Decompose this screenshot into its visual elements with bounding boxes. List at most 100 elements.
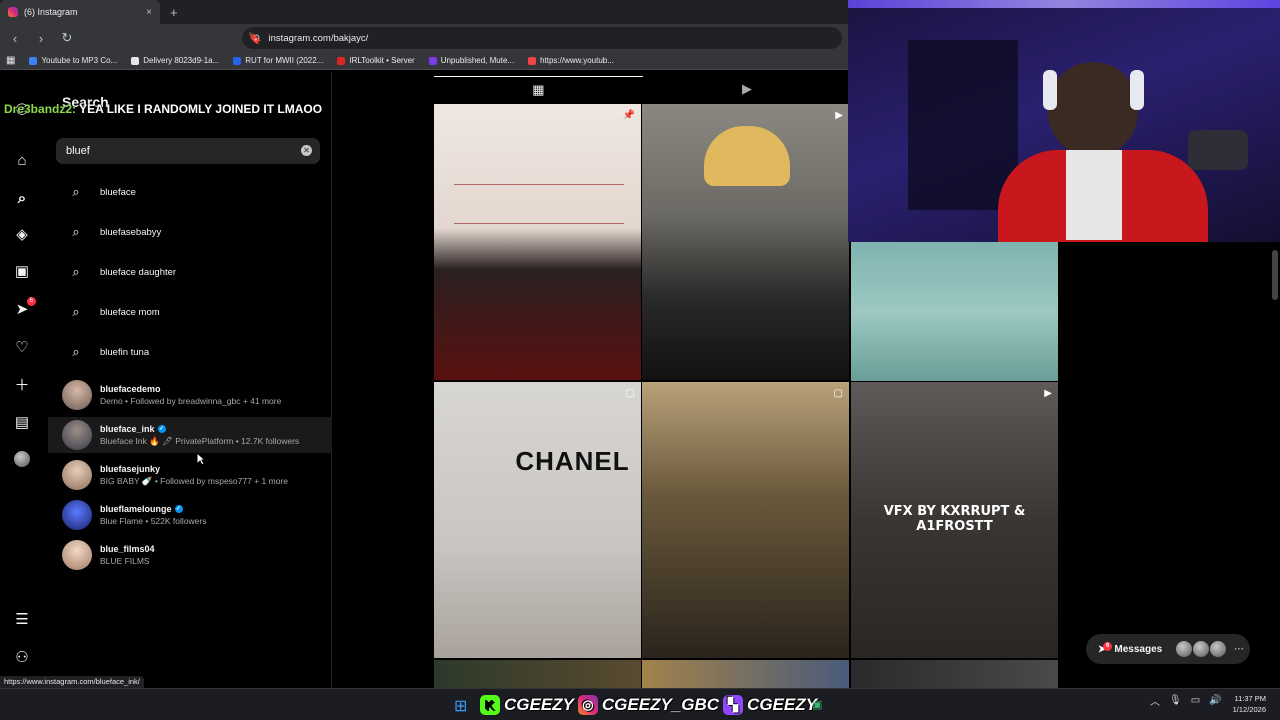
bookmark-favicon-icon <box>131 56 140 65</box>
bookmark-item[interactable]: Unpublished, Mute... <box>428 56 514 65</box>
chevron-up-icon[interactable]: ︿ <box>1150 693 1160 708</box>
vfx-credit-caption: VFX BY KXRRUPT & A1FROSTT <box>883 504 1026 534</box>
post-tile[interactable] <box>851 242 1058 381</box>
avatar <box>62 460 92 490</box>
tab-reels-icon[interactable]: ▶ <box>643 76 852 102</box>
search-suggestion[interactable]: ⌕ blueface <box>48 178 332 206</box>
search-suggestion[interactable]: ⌕ bluefin tuna <box>48 338 332 366</box>
post-tile[interactable] <box>851 660 1058 688</box>
browser-tab-bar: (6) Instagram × + <box>0 0 848 24</box>
post-tile[interactable] <box>434 660 641 688</box>
clear-search-icon[interactable]: ✕ <box>301 145 312 156</box>
bookmark-item[interactable]: RUT for MWII (2022... <box>233 56 323 65</box>
new-tab-button[interactable]: + <box>170 5 178 20</box>
account-result[interactable]: bluefasejunky BIG BABY 🍼 • Followed by ms… <box>48 457 332 493</box>
browser-tab[interactable]: (6) Instagram × <box>0 0 160 24</box>
search-input[interactable]: bluef ✕ <box>56 138 320 164</box>
avatar <box>1176 641 1193 657</box>
bookmark-item[interactable]: IRLToolkit • Server <box>337 56 415 65</box>
post-tile[interactable]: ▶ <box>642 104 849 380</box>
account-result[interactable]: blueface_ink ✓ Blueface Ink 🔥 🖊 PrivatePla… <box>48 417 332 453</box>
close-tab-icon[interactable]: × <box>146 7 152 18</box>
bookmark-item[interactable]: https://www.youtub... <box>528 56 614 65</box>
apps-grid-icon[interactable]: ▦ <box>6 55 15 66</box>
messages-label: Messages <box>1114 643 1163 655</box>
back-icon[interactable]: ‹ <box>8 31 22 46</box>
headphone-right <box>1130 70 1144 110</box>
notification-badge: 6 <box>26 297 36 306</box>
profile-avatar[interactable] <box>12 449 32 469</box>
post-tile[interactable] <box>642 660 849 688</box>
windows-taskbar: ⊞ K CGEEZY ◎ CGEEZY_GBC ▚ CGEEZY ▣ ︿ 🎙 ▭… <box>0 688 1280 720</box>
instagram-icon: ◎ <box>577 695 598 715</box>
account-result[interactable]: blue_films04 BLUE FILMS <box>48 537 332 573</box>
search-icon: ⌕ <box>72 344 80 359</box>
search-suggestion[interactable]: ⌕ bluefasebabyy <box>48 218 332 246</box>
avatar <box>62 420 92 450</box>
search-suggestion[interactable]: ⌕ blueface daughter <box>48 258 332 286</box>
reel-icon: ▶ <box>835 110 843 121</box>
kick-handle: CGEEZY <box>504 695 574 714</box>
windows-start-icon[interactable]: ⊞ <box>454 696 467 716</box>
dashboard-icon[interactable]: ▤ <box>12 412 32 432</box>
post-tile[interactable]: VFX BY KXRRUPT & A1FROSTT ▶ <box>851 382 1058 658</box>
bookmark-favicon-icon <box>528 56 537 65</box>
search-icon[interactable]: ⌕ <box>12 188 32 208</box>
bookmark-item[interactable]: Delivery 8023d9-1a... <box>131 56 219 65</box>
pinned-icon: 📌 <box>622 110 635 121</box>
account-result[interactable]: bluefacedemo Demo • Followed by breadwinn… <box>48 377 332 413</box>
post-tile[interactable]: ▢ <box>642 382 849 658</box>
explore-icon[interactable]: ◈ <box>12 224 32 244</box>
bookmarks-bar: ▦ Youtube to MP3 Co... Delivery 8023d9-1… <box>0 52 848 70</box>
search-icon: ⌕ <box>72 224 80 239</box>
avatar <box>1193 641 1210 657</box>
home-icon[interactable]: ⌂ <box>12 150 32 170</box>
account-result[interactable]: blueflamelounge ✓ Blue Flame • 522K follow… <box>48 497 332 533</box>
reload-icon[interactable]: ↻ <box>60 30 74 46</box>
more-menu-icon[interactable]: ☰ <box>12 609 32 629</box>
reels-icon[interactable]: ▣ <box>12 261 32 281</box>
webcam-overlay <box>848 0 1280 242</box>
post-image <box>642 382 849 658</box>
post-tile[interactable]: CHANEL ▢ <box>434 382 641 658</box>
avatar <box>62 380 92 410</box>
bookmark-icon[interactable]: 🔖 <box>248 32 262 45</box>
address-bar[interactable]: ⚙ instagram.com/bakjayc/ <box>242 27 842 49</box>
app-icon[interactable]: ▣ <box>812 698 822 711</box>
chat-message: YEA LIKE I RANDOMLY JOINED IT LMAOO <box>79 102 323 116</box>
carousel-icon: ▢ <box>833 388 843 399</box>
network-icon[interactable]: ▭ <box>1191 695 1200 706</box>
led-strip <box>848 0 1280 8</box>
threads-icon[interactable]: ⚇ <box>12 647 32 667</box>
post-tile[interactable]: 📌 <box>434 104 641 380</box>
forward-icon[interactable]: › <box>34 31 48 46</box>
post-image <box>851 242 1058 381</box>
browser-toolbar: ‹ › ↻ ⚙ instagram.com/bakjayc/ 🔖 <box>0 24 848 52</box>
notifications-heart-icon[interactable]: ♡ <box>12 337 32 357</box>
instagram-favicon-icon <box>8 7 18 17</box>
page-scrollbar[interactable] <box>1272 250 1278 300</box>
search-query-text: bluef <box>66 145 90 157</box>
mic-icon[interactable]: 🎙 <box>1169 695 1182 706</box>
messages-button[interactable]: ➤ 6 Messages ··· <box>1086 634 1250 664</box>
messages-icon[interactable]: ➤ 6 <box>12 297 36 319</box>
screen: (6) Instagram × + ‹ › ↻ ⚙ instagram.com/… <box>0 0 1280 720</box>
volume-icon[interactable]: 🔊 <box>1209 695 1221 706</box>
bookmark-favicon-icon <box>337 56 346 65</box>
tab-posts-grid-icon[interactable]: ▦ <box>434 76 643 102</box>
system-clock[interactable]: 11:37 PM 1/12/2026 <box>1222 693 1266 715</box>
bookmark-favicon-icon <box>233 56 242 65</box>
white-shirt <box>1066 150 1122 240</box>
bookmark-item[interactable]: Youtube to MP3 Co... <box>29 56 117 65</box>
kick-icon: K <box>480 695 500 715</box>
verified-badge-icon: ✓ <box>174 505 183 513</box>
mouse-cursor-icon <box>196 452 206 466</box>
microphone <box>1188 130 1248 170</box>
chat-username: Dre3bandz2: <box>4 102 77 116</box>
search-suggestion[interactable]: ⌕ blueface mom <box>48 298 332 326</box>
post-image <box>434 382 641 658</box>
avatar <box>14 451 30 467</box>
tracklist-graphic <box>454 184 624 224</box>
create-plus-icon[interactable]: ＋ <box>12 374 32 394</box>
avatar <box>62 500 92 530</box>
